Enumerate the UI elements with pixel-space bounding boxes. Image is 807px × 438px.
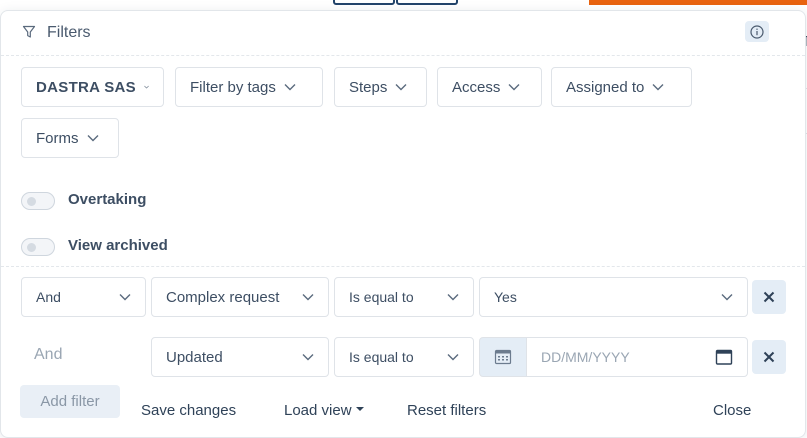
chevron-down-icon (395, 84, 407, 91)
calendar-grid-icon (494, 349, 512, 365)
caret-down-icon (355, 407, 364, 412)
operator-select[interactable]: Is equal to (334, 337, 474, 377)
filter-field-select[interactable]: Updated (151, 337, 329, 377)
view-archived-label: View archived (68, 237, 168, 254)
dropdown-label: Steps (349, 78, 388, 96)
overtaking-label: Overtaking (68, 191, 147, 208)
overtaking-toggle[interactable] (21, 192, 55, 210)
chevron-down-icon (284, 84, 296, 91)
filters-header: Filters (1, 11, 805, 56)
tags-dropdown[interactable]: Filter by tags (175, 67, 323, 107)
remove-filter-button[interactable] (752, 280, 786, 314)
filter-value-select[interactable]: Yes (479, 277, 748, 317)
view-archived-toggle[interactable] (21, 238, 55, 256)
operator-value: Is equal to (349, 289, 414, 305)
forms-dropdown[interactable]: Forms (21, 118, 119, 158)
dropdown-label: Filter by tags (190, 78, 276, 96)
background-tab-1 (333, 0, 395, 5)
chevron-down-icon (119, 294, 131, 301)
info-button[interactable] (745, 21, 769, 42)
chevron-down-icon (508, 84, 520, 91)
conjunction-select[interactable]: And (21, 277, 146, 317)
chevron-down-icon (302, 354, 314, 361)
steps-dropdown[interactable]: Steps (334, 67, 427, 107)
panel-title: Filters (47, 24, 91, 41)
close-icon (763, 351, 775, 363)
save-changes-button[interactable]: Save changes (141, 402, 236, 419)
dropdown-label: DASTRA SAS (36, 78, 136, 96)
load-view-label: Load view (284, 402, 352, 419)
divider (1, 266, 805, 267)
assigned-to-dropdown[interactable]: Assigned to (551, 67, 692, 107)
dropdown-label: Access (452, 78, 501, 96)
operator-value: Is equal to (349, 349, 414, 365)
reset-filters-button[interactable]: Reset filters (407, 402, 486, 419)
calendar-icon[interactable] (715, 348, 733, 366)
organization-dropdown[interactable]: DASTRA SAS (21, 67, 164, 107)
info-icon (750, 24, 764, 39)
calendar-prefix (479, 337, 527, 377)
toggle-knob (27, 243, 36, 252)
filter-field-value: Updated (166, 348, 223, 366)
load-view-button[interactable]: Load view (284, 402, 364, 419)
background-tab-2 (396, 0, 458, 5)
chevron-down-icon (447, 354, 459, 361)
chevron-down-icon (721, 294, 733, 301)
date-input[interactable]: DD/MM/YYYY (526, 337, 748, 377)
chevron-down-icon (302, 294, 314, 301)
filter-field-value: Complex request (166, 288, 280, 306)
access-dropdown[interactable]: Access (437, 67, 542, 107)
background-orange-bar (589, 0, 807, 5)
conjunction-label: And (34, 346, 63, 363)
remove-filter-button[interactable] (752, 340, 786, 374)
toggle-knob (27, 197, 36, 206)
conjunction-value: And (36, 289, 61, 305)
filter-field-select[interactable]: Complex request (151, 277, 329, 317)
chevron-down-icon (447, 294, 459, 301)
close-icon (763, 291, 775, 303)
operator-select[interactable]: Is equal to (334, 277, 474, 317)
chevron-down-icon (87, 135, 98, 142)
add-filter-button[interactable]: Add filter (20, 385, 120, 418)
date-placeholder: DD/MM/YYYY (541, 349, 630, 365)
filter-funnel-icon (22, 25, 36, 38)
chevron-down-icon (144, 85, 149, 89)
dropdown-label: Assigned to (566, 78, 645, 96)
close-button[interactable]: Close (713, 402, 751, 419)
filter-value: Yes (494, 289, 517, 305)
chevron-down-icon (652, 84, 664, 91)
filters-panel: Filters DASTRA SAS Filter by tags Steps … (0, 10, 806, 438)
dropdown-label: Forms (36, 129, 79, 147)
